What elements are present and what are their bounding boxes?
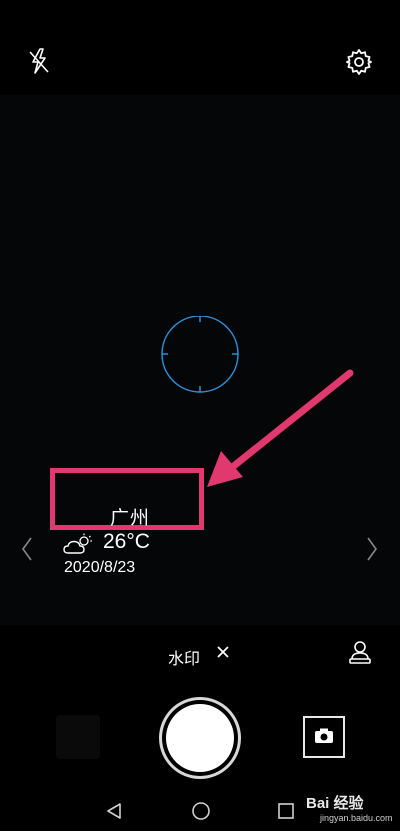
watermark-mode-label[interactable]: 水印 [168,645,200,669]
nav-back-icon[interactable] [105,802,123,820]
gallery-thumbnail[interactable] [56,715,100,759]
close-icon[interactable] [214,643,232,661]
partly-cloudy-icon [62,533,96,557]
flash-off-icon[interactable] [26,46,52,76]
switch-camera-icon[interactable] [303,716,345,758]
annotation-arrow [195,365,360,505]
chevron-left-icon[interactable] [20,535,34,563]
watermark-temperature: 26°C [103,530,150,553]
shutter-button[interactable] [166,704,234,772]
top-bar [0,0,400,95]
gear-icon[interactable] [344,47,374,77]
nav-home-icon[interactable] [191,801,211,821]
nav-recent-apps-icon[interactable] [277,802,295,820]
watermark-date: 2020/8/23 [64,559,136,576]
watermark-city: 广州 [109,507,150,529]
person-stamp-icon[interactable] [346,639,374,667]
baidu-watermark-main: Bai 经验 [306,795,364,812]
chevron-right-icon[interactable] [365,535,379,563]
baidu-watermark: Bai 经验 jingyan.baidu.com [306,792,396,830]
baidu-watermark-url: jingyan.baidu.com [320,813,393,823]
